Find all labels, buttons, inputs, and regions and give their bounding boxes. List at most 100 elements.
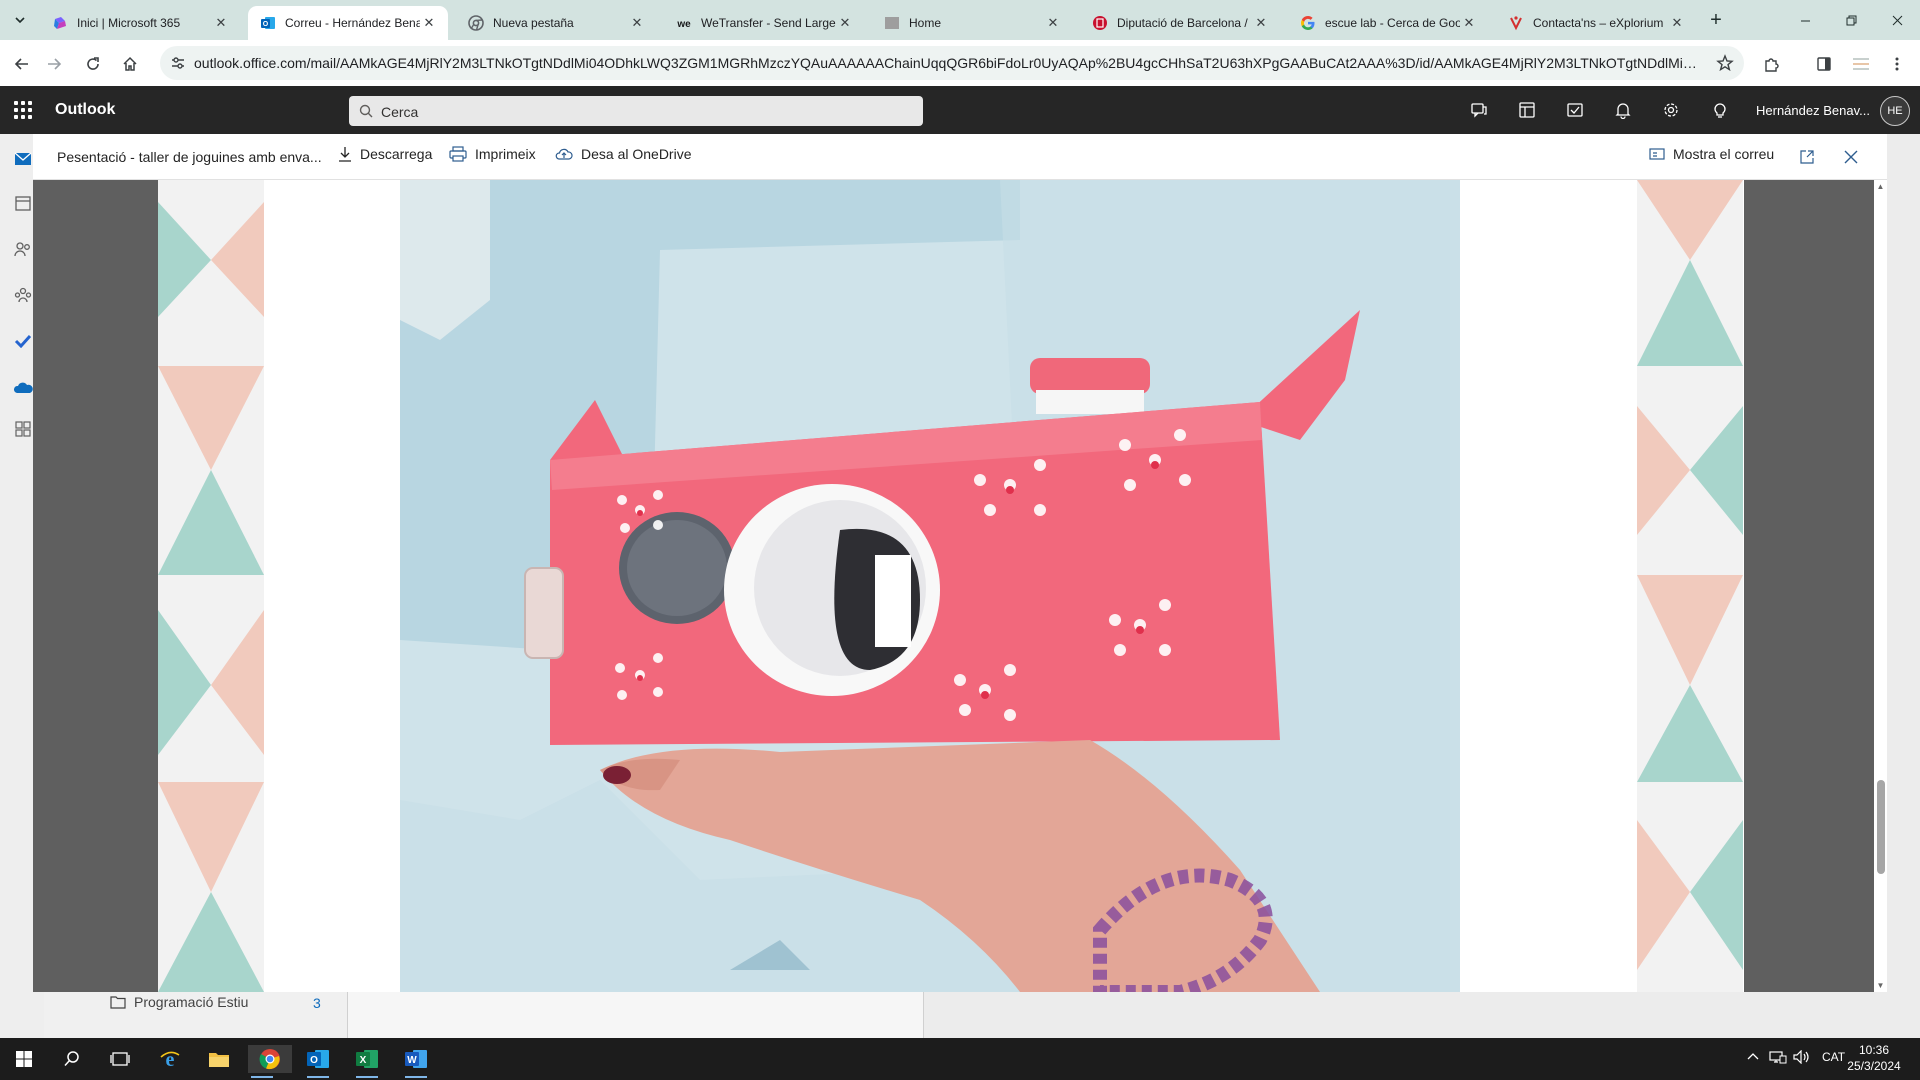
outlook-taskbar-icon[interactable]: O <box>304 1045 332 1078</box>
more-vertical-icon <box>1895 57 1899 71</box>
input-language-indicator[interactable]: CAT <box>1822 1050 1845 1064</box>
bookmark-star-icon[interactable] <box>1716 54 1734 72</box>
search-icon[interactable] <box>58 1045 86 1073</box>
scroll-up-icon[interactable]: ▲ <box>1876 182 1885 191</box>
folder-item-programacio-estiu[interactable]: Programació Estiu <box>110 994 248 1010</box>
tab-microsoft-365[interactable]: Inici | Microsoft 365 ✕ <box>40 6 240 40</box>
mail-icon[interactable] <box>12 148 34 170</box>
outlook-header: Outlook Cerca Hernández Benav... HE <box>0 86 1920 134</box>
download-button[interactable]: Descarrega <box>338 146 432 162</box>
teams-chat-icon[interactable] <box>1468 99 1490 121</box>
tray-expand-icon[interactable] <box>1747 1050 1759 1064</box>
open-in-new-window-icon[interactable] <box>1797 147 1817 167</box>
people-icon[interactable] <box>12 238 34 260</box>
tab-home[interactable]: Home ✕ <box>872 6 1072 40</box>
windows-start-icon[interactable] <box>10 1045 38 1073</box>
save-to-onedrive-button[interactable]: Desa al OneDrive <box>555 146 692 162</box>
outlook-icon: O <box>260 15 276 31</box>
browser-menu-button[interactable] <box>1884 51 1910 77</box>
url-text[interactable]: outlook.office.com/mail/AAMkAGE4MjRlY2M3… <box>194 55 1704 71</box>
bell-icon[interactable] <box>1612 99 1634 121</box>
calendar-icon[interactable] <box>12 192 34 214</box>
account-name[interactable]: Hernández Benav... <box>1756 103 1870 118</box>
gear-icon[interactable] <box>1660 99 1682 121</box>
decorative-pattern-left <box>158 180 264 992</box>
app-launcher-icon[interactable] <box>14 101 32 119</box>
file-explorer-icon[interactable] <box>205 1045 233 1073</box>
todo-check-icon[interactable] <box>12 330 34 352</box>
tab-title: Home <box>909 16 942 30</box>
tab-new-tab[interactable]: Nueva pestaña ✕ <box>456 6 656 40</box>
restore-icon <box>1846 15 1856 25</box>
task-view-icon[interactable] <box>106 1045 134 1073</box>
window-close-button[interactable] <box>1874 0 1920 40</box>
download-label: Descarrega <box>360 146 433 162</box>
address-bar[interactable]: outlook.office.com/mail/AAMkAGE4MjRlY2M3… <box>160 46 1744 80</box>
chrome-taskbar-icon[interactable] <box>248 1045 292 1078</box>
tab-title: Diputació de Barcelona / I <box>1117 16 1252 30</box>
reload-button[interactable] <box>80 51 106 77</box>
print-button[interactable]: Imprimeix <box>449 146 536 162</box>
network-icon[interactable] <box>1769 1050 1787 1067</box>
forward-button[interactable] <box>41 51 67 77</box>
groups-icon[interactable] <box>12 284 34 306</box>
extensions-button[interactable] <box>1759 51 1785 77</box>
print-label: Imprimeix <box>475 146 536 162</box>
close-icon[interactable]: ✕ <box>1460 14 1478 32</box>
tab-title: escue lab - Cerca de Goo <box>1325 16 1460 30</box>
show-mail-button[interactable]: Mostra el correu <box>1649 146 1774 162</box>
excel-taskbar-icon[interactable]: X <box>353 1045 381 1078</box>
search-box[interactable]: Cerca <box>349 96 923 126</box>
more-apps-icon[interactable] <box>12 418 34 440</box>
tab-outlook-mail[interactable]: O Correu - Hernández Bena ✕ <box>248 6 448 40</box>
close-icon <box>1844 150 1858 164</box>
close-icon[interactable]: ✕ <box>1668 14 1686 32</box>
tab-search-button[interactable] <box>8 8 32 32</box>
site-info-icon[interactable] <box>170 55 186 71</box>
minimize-button[interactable] <box>1782 0 1828 40</box>
my-day-icon[interactable] <box>1516 99 1538 121</box>
arrow-left-icon <box>14 58 28 70</box>
app-name[interactable]: Outlook <box>55 101 115 119</box>
whats-new-icon[interactable] <box>1564 99 1586 121</box>
minimize-icon <box>1800 20 1810 21</box>
new-tab-button[interactable]: + <box>1704 8 1728 32</box>
avatar[interactable]: HE <box>1880 96 1910 126</box>
svg-text:we: we <box>676 19 691 30</box>
internet-explorer-icon[interactable]: e <box>156 1045 184 1073</box>
close-icon[interactable]: ✕ <box>420 14 438 32</box>
back-button[interactable] <box>9 51 35 77</box>
close-icon[interactable]: ✕ <box>836 14 854 32</box>
cloud-upload-icon <box>555 148 573 160</box>
side-panel-button[interactable] <box>1811 51 1837 77</box>
profile-button[interactable] <box>1848 51 1874 77</box>
close-viewer-button[interactable] <box>1841 147 1861 167</box>
chrome-icon <box>468 15 484 31</box>
home-button[interactable] <box>117 51 143 77</box>
scrollbar-thumb[interactable] <box>1877 780 1885 874</box>
volume-icon[interactable] <box>1793 1049 1811 1067</box>
svg-text:X: X <box>360 1055 367 1066</box>
arrow-right-icon <box>48 58 62 70</box>
lightbulb-icon[interactable] <box>1709 99 1731 121</box>
onedrive-icon[interactable] <box>12 376 34 398</box>
tab-wetransfer[interactable]: we WeTransfer - Send Large F ✕ <box>664 6 864 40</box>
mail-view-icon <box>1649 148 1665 160</box>
close-icon[interactable]: ✕ <box>212 14 230 32</box>
system-clock[interactable]: 10:36 25/3/2024 <box>1844 1042 1904 1074</box>
scroll-down-icon[interactable]: ▼ <box>1876 981 1885 990</box>
viewer-scrollbar[interactable]: ▲ ▼ <box>1874 180 1887 992</box>
reload-icon <box>87 57 99 70</box>
close-icon[interactable]: ✕ <box>1252 14 1270 32</box>
tab-google-search[interactable]: escue lab - Cerca de Goo ✕ <box>1288 6 1488 40</box>
restore-button[interactable] <box>1828 0 1874 40</box>
close-icon[interactable]: ✕ <box>1044 14 1062 32</box>
tab-explorium[interactable]: Contacta'ns – eXplorium ✕ <box>1496 6 1696 40</box>
close-icon[interactable]: ✕ <box>628 14 646 32</box>
attachment-title: Pesentació - taller de joguines amb enva… <box>57 149 322 165</box>
word-taskbar-icon[interactable]: W <box>402 1045 430 1078</box>
svg-text:O: O <box>310 1055 318 1066</box>
tab-diputacio[interactable]: Diputació de Barcelona / I ✕ <box>1080 6 1280 40</box>
show-mail-label: Mostra el correu <box>1673 146 1775 162</box>
browser-toolbar: outlook.office.com/mail/AAMkAGE4MjRlY2M3… <box>0 40 1920 86</box>
